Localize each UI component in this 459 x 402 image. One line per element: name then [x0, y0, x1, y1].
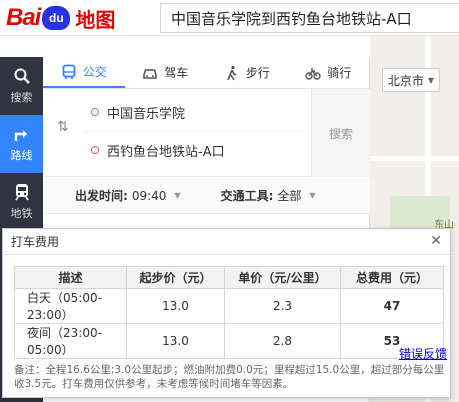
table-row: 白天（05:00-23:00） 13.0 2.3 47 — [14, 288, 444, 324]
taxi-fare-dialog: 打车费用 ✕ 描述 起步价（元） 单价（元/公里） 总费用（元） 白天（05:0… — [2, 228, 451, 398]
dialog-header: 打车费用 — [3, 229, 450, 255]
fare-table: 描述 起步价（元） 单价（元/公里） 总费用（元） 白天（05:00-23:00… — [14, 266, 444, 359]
car-icon — [143, 68, 158, 79]
unit-price-cell: 2.3 — [224, 288, 341, 324]
bus-icon — [62, 64, 76, 79]
tab-bus[interactable]: 公交 — [43, 57, 125, 88]
city-name: 北京市 — [387, 73, 424, 88]
route-search-button[interactable]: 搜索 — [311, 89, 370, 177]
route-mode-tabs: 公交 驾车 步行 骑行 — [43, 57, 369, 89]
search-icon — [14, 68, 30, 84]
start-price-cell: 13.0 — [126, 323, 225, 359]
period-cell: 白天（05:00-23:00） — [14, 288, 127, 324]
table-header-row: 描述 起步价（元） 单价（元/公里） 总费用（元） — [14, 266, 444, 289]
logo-du-paw: du — [42, 6, 71, 30]
tab-bike[interactable]: 骑行 — [288, 57, 370, 88]
route-options-bar: 出发时间: 09:40 ▼ 交通工具: 全部 ▼ — [43, 178, 370, 214]
walk-icon — [226, 65, 237, 80]
column-header: 描述 — [14, 266, 127, 289]
unit-price-cell: 2.8 — [224, 323, 341, 359]
transport-value: 全部 — [277, 189, 302, 203]
total-cell: 47 — [340, 288, 444, 324]
sidebar-item-search[interactable]: 搜索 — [0, 57, 43, 115]
close-icon[interactable]: ✕ — [430, 233, 442, 249]
error-report-link[interactable]: 错误反馈 — [399, 345, 447, 362]
sidebar-item-label: 搜索 — [10, 91, 33, 104]
subway-icon — [14, 184, 29, 201]
divider — [83, 131, 303, 132]
search-input[interactable]: 中国音乐学院到西钓鱼台地铁站-A口 — [160, 3, 459, 33]
end-dot-icon — [91, 146, 99, 154]
tab-label: 骑行 — [327, 66, 352, 80]
origin-destination-box: ⇅ 中国音乐学院 西钓鱼台地铁站-A口 搜索 — [43, 89, 370, 177]
depart-time-label: 出发时间: — [75, 189, 128, 203]
city-selector[interactable]: 北京市 ▼ — [382, 68, 440, 92]
table-row: 夜间（23:00-05:00） 13.0 2.8 53 — [14, 323, 444, 359]
chevron-down-icon: ▼ — [174, 191, 181, 200]
start-point-text: 中国音乐学院 — [107, 106, 186, 122]
logo-ditu-text: 地图 — [75, 7, 116, 32]
start-point-field[interactable]: 中国音乐学院 — [91, 97, 306, 127]
end-point-text: 西钓鱼台地铁站-A口 — [107, 144, 225, 160]
bike-icon — [305, 67, 321, 80]
chevron-down-icon: ▼ — [309, 191, 316, 200]
fare-note: 备注：全程16.6公里;3.0公里起步；燃油附加费0.0元；里程超过15.0公里… — [14, 364, 445, 390]
logo-bai-text: Bai — [6, 4, 41, 31]
sidebar-item-label: 地铁 — [10, 207, 33, 220]
baidu-map-logo[interactable]: Bai du 地图 — [6, 3, 115, 33]
period-cell: 夜间（23:00-05:00） — [14, 323, 127, 359]
swap-icon[interactable]: ⇅ — [57, 119, 69, 135]
top-header: Bai du 地图 中国音乐学院到西钓鱼台地铁站-A口 — [0, 0, 459, 36]
transport-label: 交通工具: — [220, 189, 274, 203]
start-dot-icon — [91, 108, 99, 116]
route-icon — [14, 130, 27, 141]
depart-time-value: 09:40 — [131, 188, 167, 203]
sidebar-item-route[interactable]: 路线 — [0, 115, 43, 173]
sidebar-item-label: 路线 — [10, 149, 33, 162]
column-header: 起步价（元） — [126, 266, 225, 289]
end-point-field[interactable]: 西钓鱼台地铁站-A口 — [91, 135, 306, 165]
tab-label: 驾车 — [164, 66, 189, 80]
dialog-title: 打车费用 — [11, 235, 60, 249]
depart-time-select[interactable]: 出发时间: 09:40 ▼ — [75, 187, 181, 204]
tab-walk[interactable]: 步行 — [206, 57, 288, 88]
column-header: 单价（元/公里） — [224, 266, 341, 289]
sidebar-item-subway[interactable]: 地铁 — [0, 173, 43, 231]
tab-drive[interactable]: 驾车 — [125, 57, 207, 88]
map-road — [370, 156, 459, 161]
transport-select[interactable]: 交通工具: 全部 ▼ — [221, 187, 316, 204]
start-price-cell: 13.0 — [126, 288, 225, 324]
tab-label: 公交 — [82, 65, 107, 79]
chevron-down-icon: ▼ — [427, 75, 435, 85]
tab-label: 步行 — [245, 66, 270, 80]
column-header: 总费用（元） — [340, 266, 444, 289]
